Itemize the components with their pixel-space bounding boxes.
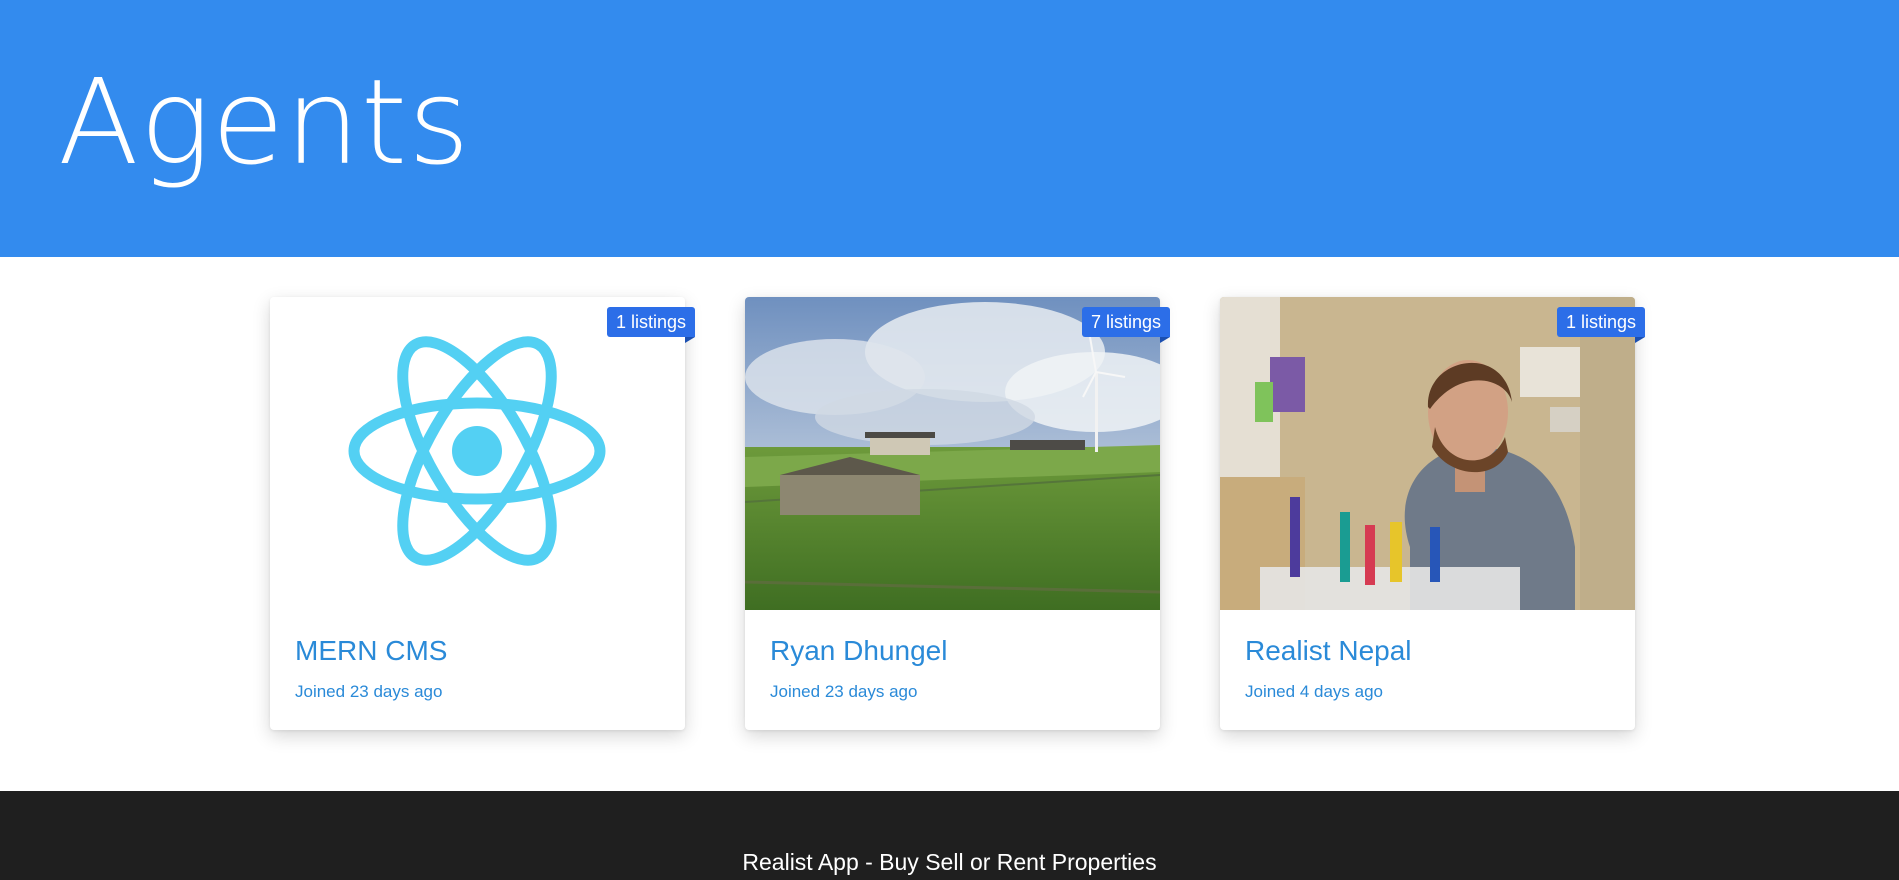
countryside-photo xyxy=(745,297,1160,610)
agent-avatar xyxy=(745,297,1160,610)
page-footer: Realist App - Buy Sell or Rent Propertie… xyxy=(0,791,1899,880)
person-at-desk-photo xyxy=(1220,297,1635,610)
footer-text: Realist App - Buy Sell or Rent Propertie… xyxy=(742,849,1157,875)
listings-badge: 7 listings xyxy=(1081,307,1171,343)
listings-badge: 1 listings xyxy=(1556,307,1646,343)
agent-name[interactable]: Realist Nepal xyxy=(1245,635,1412,667)
agent-avatar xyxy=(1220,297,1635,610)
agent-avatar xyxy=(270,297,685,610)
react-logo-icon xyxy=(270,297,685,610)
agent-joined: Joined 4 days ago xyxy=(1245,682,1383,701)
agent-card[interactable]: 7 listings Ryan Dhungel Joined 23 days a… xyxy=(745,297,1171,730)
agents-grid: 1 listings MERN CMS Joined 23 days ago 7… xyxy=(0,297,1899,730)
agent-name[interactable]: MERN CMS xyxy=(295,635,447,667)
page-header: Agents xyxy=(0,0,1899,257)
listings-badge: 1 listings xyxy=(606,307,696,343)
agent-name[interactable]: Ryan Dhungel xyxy=(770,635,947,667)
agent-joined: Joined 23 days ago xyxy=(295,682,443,701)
page-title: Agents xyxy=(58,53,471,191)
agent-joined: Joined 23 days ago xyxy=(770,682,918,701)
agent-card[interactable]: 1 listings Realist Nepal Joined 4 days a… xyxy=(1220,297,1646,730)
agent-card[interactable]: 1 listings MERN CMS Joined 23 days ago xyxy=(270,297,696,730)
